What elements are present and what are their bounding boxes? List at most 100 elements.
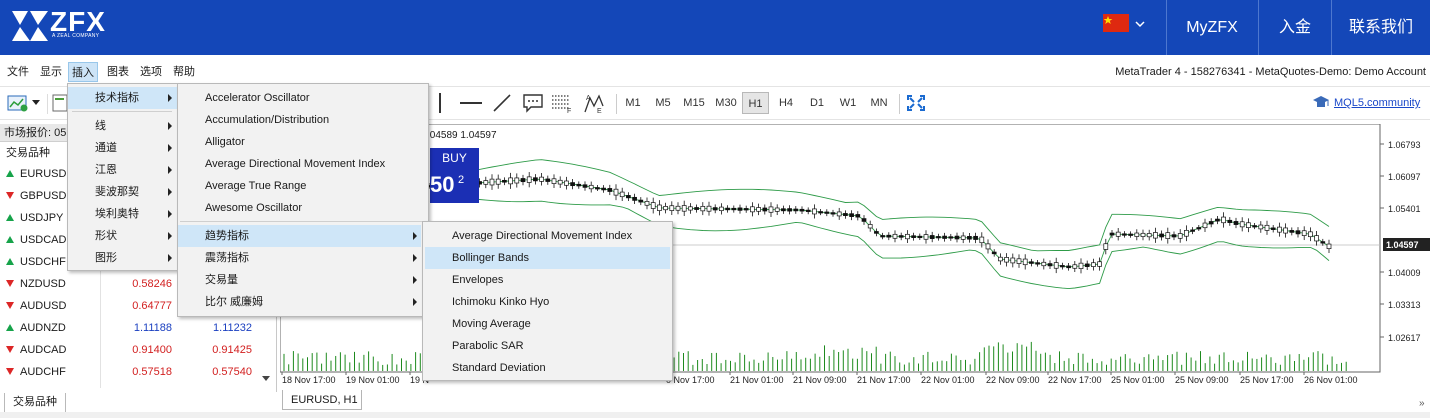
insert-menu-item[interactable]: 通道	[68, 137, 177, 159]
insert-menu-item[interactable]: 形状	[68, 225, 177, 247]
timeframe-d1-button[interactable]: D1	[806, 92, 828, 114]
insert-menu-item[interactable]: 技术指标	[68, 87, 177, 109]
indicator-group-item[interactable]: 交易量	[178, 269, 421, 291]
indicator-menu-item[interactable]: Accumulation/Distribution	[178, 109, 428, 131]
candle-body	[843, 213, 848, 216]
vertical-line-icon[interactable]	[439, 93, 441, 113]
insert-menu-item[interactable]: 图形	[68, 247, 177, 269]
fibonacci-icon[interactable]: F	[551, 93, 573, 113]
timeframe-m5-button[interactable]: M5	[652, 92, 674, 114]
text-label-icon[interactable]	[522, 93, 544, 113]
expand-arrows-icon[interactable]: »	[1419, 398, 1425, 409]
trend-indicator-item[interactable]: Envelopes	[425, 269, 670, 291]
one-click-buy-button[interactable]: BUY 50 2	[430, 148, 479, 203]
candle-body	[1233, 221, 1239, 225]
indicator-menu-item[interactable]: Alligator	[178, 131, 428, 153]
candle-body	[1277, 226, 1282, 233]
mql5-community-link[interactable]: MQL5.community	[1334, 97, 1420, 109]
candle-body	[973, 235, 978, 240]
trend-indicator-item[interactable]: Standard Deviation	[425, 357, 670, 379]
trend-indicator-item[interactable]: Ichimoku Kinko Hyo	[425, 291, 670, 313]
candle-body	[960, 235, 966, 240]
menu-item-label: 图形	[95, 252, 117, 264]
indicator-menu-item[interactable]: Accelerator Oscillator	[178, 87, 428, 109]
candle-body	[681, 205, 687, 212]
buy-price-superscript: 2	[458, 174, 465, 186]
zfx-logo-mark[interactable]	[10, 9, 50, 43]
submenu-arrow-icon	[168, 122, 172, 130]
timeframe-h4-button[interactable]: H4	[775, 92, 797, 114]
candle-body	[495, 178, 501, 185]
timeframe-mn-button[interactable]: MN	[866, 92, 892, 114]
indicator-menu-item[interactable]: Average Directional Movement Index	[178, 153, 428, 175]
insert-menu-item[interactable]: 斐波那契	[68, 181, 177, 203]
trend-indicator-item[interactable]: Moving Average	[425, 313, 670, 335]
candle-body	[1159, 233, 1164, 238]
symbol-name: AUDNZD	[20, 322, 66, 334]
symbols-tab[interactable]: 交易品种	[4, 393, 66, 413]
insert-menu-item[interactable]: 线	[68, 115, 177, 137]
chart-tab-eurusd-h1[interactable]: EURUSD, H1	[282, 390, 362, 410]
contact-link[interactable]: 联系我们	[1332, 0, 1430, 55]
insert-menu-item[interactable]: 埃利奥特	[68, 203, 177, 225]
new-chart-icon[interactable]	[7, 94, 29, 112]
menu-insert[interactable]: 插入	[68, 62, 98, 82]
timeframe-w1-button[interactable]: W1	[837, 92, 859, 114]
candle-body	[1270, 227, 1276, 230]
indicator-menu-item[interactable]: Awesome Oscillator	[178, 197, 428, 219]
trend-indicator-item[interactable]: Bollinger Bands	[425, 247, 670, 269]
chevron-down-icon[interactable]	[1134, 18, 1146, 30]
timeframe-m1-button[interactable]: M1	[622, 92, 644, 114]
candle-body	[570, 182, 575, 187]
trend-indicator-item[interactable]: Average Directional Movement Index	[425, 225, 670, 247]
menu-help[interactable]: 帮助	[170, 62, 198, 82]
candle-body	[1047, 263, 1053, 267]
dropdown-arrow-icon[interactable]	[32, 100, 40, 106]
candle-body	[694, 207, 699, 210]
trendline-icon[interactable]	[492, 93, 512, 113]
candle-body	[725, 207, 730, 211]
timeframe-h1-button[interactable]: H1	[742, 92, 769, 114]
menu-options[interactable]: 选项	[137, 62, 165, 82]
symbol-column-header[interactable]: 交易品种	[6, 144, 50, 160]
submenu-arrow-icon	[168, 94, 172, 102]
myzfx-link[interactable]: MyZFX	[1167, 0, 1257, 55]
profiles-icon[interactable]	[52, 94, 68, 112]
menu-item-label: 斐波那契	[95, 186, 139, 198]
menu-file[interactable]: 文件	[4, 62, 32, 82]
timeframe-m15-button[interactable]: M15	[680, 92, 708, 114]
candle-body	[650, 202, 656, 209]
china-flag-icon[interactable]	[1103, 14, 1129, 32]
indicator-menu-item[interactable]: Average True Range	[178, 175, 428, 197]
bid-price: 1.11188	[133, 322, 172, 334]
indicator-group-item[interactable]: 震荡指标	[178, 247, 421, 269]
menu-charts[interactable]: 图表	[104, 62, 132, 82]
indicator-group-item[interactable]: 趋势指标	[178, 225, 421, 247]
horizontal-line-icon[interactable]	[460, 102, 482, 104]
candle-body	[1202, 222, 1208, 229]
insert-menu-item[interactable]: 江恩	[68, 159, 177, 181]
fullscreen-icon[interactable]	[906, 94, 926, 112]
timeframe-m30-button[interactable]: M30	[711, 92, 741, 114]
menu-view[interactable]: 显示	[37, 62, 65, 82]
candle-body	[719, 206, 724, 212]
candle-body	[1122, 233, 1127, 236]
candle-body	[1264, 224, 1270, 231]
scroll-down-icon[interactable]	[262, 376, 270, 382]
price-up-arrow-icon	[6, 170, 14, 177]
candle-body	[706, 205, 712, 212]
symbol-name: AUDCHF	[20, 366, 66, 378]
indicator-group-item[interactable]: 比尔 威廉姆	[178, 291, 421, 313]
candle-body	[489, 178, 495, 186]
mql5-cap-icon[interactable]	[1312, 95, 1330, 111]
deposit-link[interactable]: 入金	[1259, 0, 1331, 55]
trend-indicator-item[interactable]: Parabolic SAR	[425, 335, 670, 357]
candle-body	[1314, 235, 1319, 242]
candle-body	[1035, 262, 1040, 265]
candle-body	[762, 207, 768, 212]
candle-body	[905, 233, 910, 240]
candle-body	[1078, 262, 1084, 269]
candle-body	[1171, 234, 1177, 238]
candle-body	[1283, 227, 1288, 234]
elliott-icon[interactable]: AE	[583, 92, 605, 114]
